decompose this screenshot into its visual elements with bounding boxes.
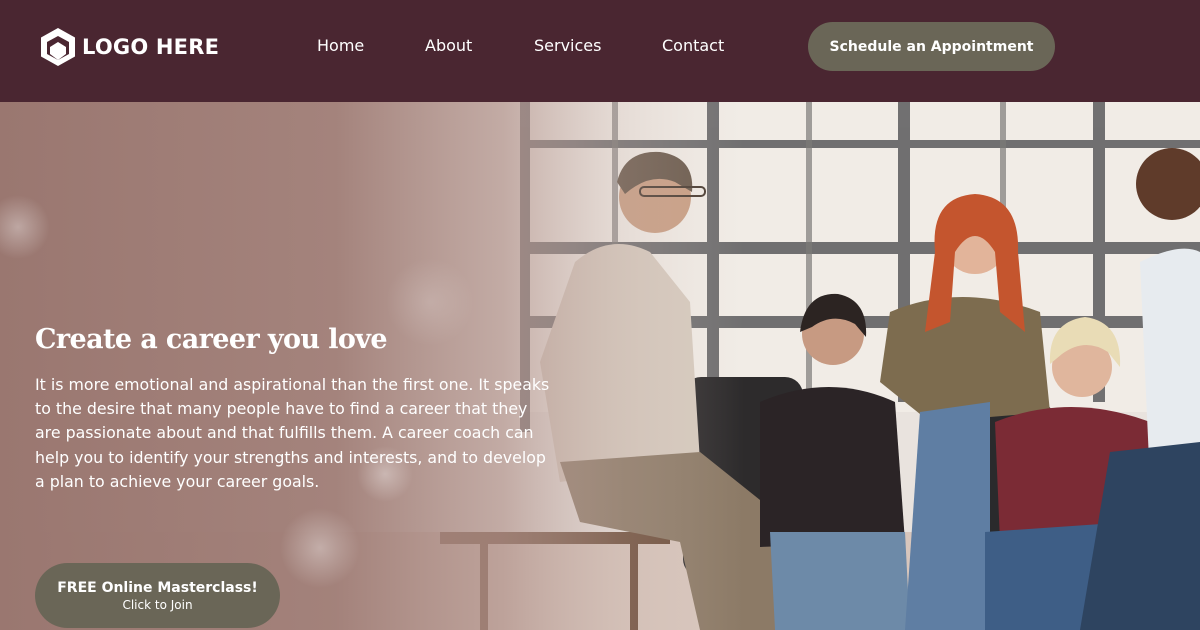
site-header: LOGO HERE Home About Services Contact Sc…: [0, 0, 1200, 102]
group-meeting-photo: [0, 102, 1200, 630]
nav-link-contact[interactable]: Contact: [662, 34, 724, 58]
masterclass-button-subtitle: Click to Join: [122, 597, 193, 612]
logo[interactable]: LOGO HERE: [38, 26, 219, 68]
nav-link-services[interactable]: Services: [534, 34, 601, 58]
nav-link-about[interactable]: About: [425, 34, 472, 58]
schedule-appointment-button[interactable]: Schedule an Appointment: [808, 22, 1055, 71]
nav-link-home[interactable]: Home: [317, 34, 364, 58]
masterclass-button-title: FREE Online Masterclass!: [57, 579, 258, 596]
hero-description: It is more emotional and aspirational th…: [35, 375, 550, 491]
hero-title: Create a career you love: [35, 324, 388, 355]
hero-section: Create a career you love It is more emot…: [0, 102, 1200, 630]
logo-text: LOGO HERE: [82, 35, 220, 59]
hexagon-logo-icon: [41, 28, 75, 66]
free-masterclass-button[interactable]: FREE Online Masterclass! Click to Join: [35, 563, 280, 628]
